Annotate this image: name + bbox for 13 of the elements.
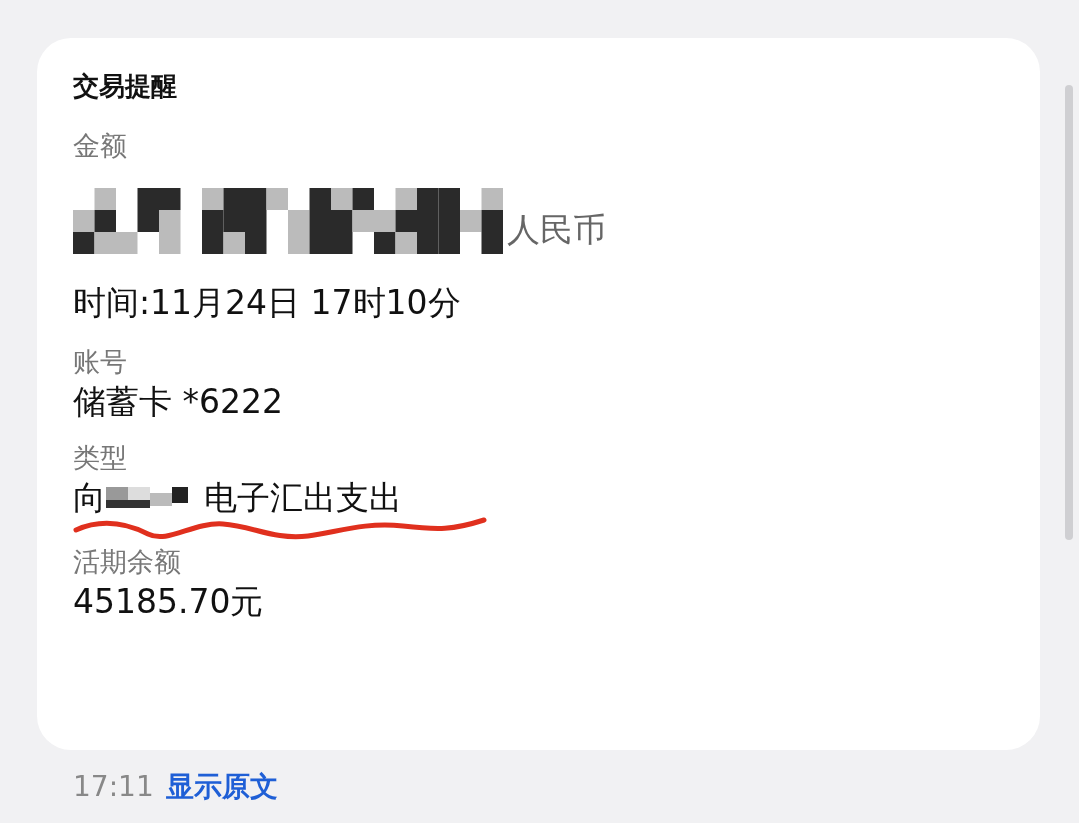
received-time: 17:11 <box>73 769 154 805</box>
type-prefix-text: 向 <box>73 476 106 519</box>
account-label: 账号 <box>73 344 128 379</box>
type-suffix-text: 电子汇出支出 <box>204 476 402 519</box>
balance-text: 45185.70元 <box>73 580 265 623</box>
show-original-link[interactable]: 显示原文 <box>165 766 278 808</box>
currency-text: 人民币 <box>507 208 606 251</box>
time-text: 时间:11月24日 17时10分 <box>73 282 462 324</box>
type-label: 类型 <box>73 440 128 475</box>
account-text: 储蓄卡 *6222 <box>73 380 284 423</box>
balance-label: 活期余额 <box>73 544 182 579</box>
amount-label: 金额 <box>73 129 128 163</box>
card-title: 交易提醒 <box>73 70 178 103</box>
